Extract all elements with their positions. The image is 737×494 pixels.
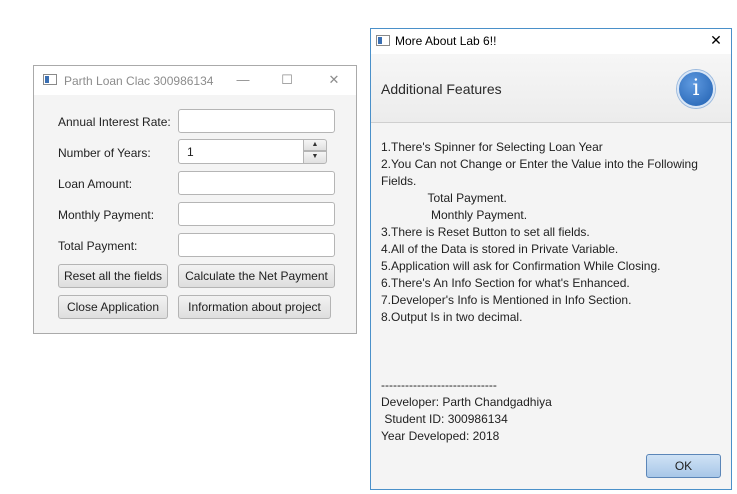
separator-line: ----------------------------- [381, 378, 497, 392]
info-dialog: More About Lab 6!! ✕ Additional Features… [370, 28, 732, 490]
annual-interest-rate-label: Annual Interest Rate: [58, 115, 171, 129]
number-of-years-value[interactable]: 1 [178, 139, 304, 164]
content-line: 4.All of the Data is stored in Private V… [381, 242, 619, 256]
calculate-button[interactable]: Calculate the Net Payment [178, 264, 335, 288]
content-line: 1.There's Spinner for Selecting Loan Yea… [381, 140, 603, 154]
dialog-close-icon[interactable]: ✕ [706, 32, 726, 49]
content-line: Monthly Payment. [381, 208, 528, 222]
content-line: 2.You Can not Change or Enter the Value … [381, 157, 698, 171]
loan-calculator-window: Parth Loan Clac 300986134 — ☐ ✕ Annual I… [33, 65, 357, 334]
content-line: 6.There's An Info Section for what's Enh… [381, 276, 630, 290]
minimize-icon[interactable]: — [233, 72, 253, 87]
monthly-payment-field[interactable] [178, 202, 335, 226]
spinner-down-icon[interactable]: ▼ [303, 151, 327, 164]
content-line: 7.Developer's Info is Mentioned in Info … [381, 293, 632, 307]
student-id-text: Student ID: 300986134 [381, 412, 508, 426]
total-payment-field[interactable] [178, 233, 335, 257]
form-body: Annual Interest Rate: Number of Years: 1… [34, 95, 356, 333]
monthly-payment-label: Monthly Payment: [58, 208, 155, 222]
dialog-content: 1.There's Spinner for Selecting Loan Yea… [371, 123, 731, 489]
content-line: 3.There is Reset Button to set all field… [381, 225, 590, 239]
loan-amount-label: Loan Amount: [58, 177, 133, 191]
information-button[interactable]: Information about project [178, 295, 331, 319]
dialog-header: Additional Features i [371, 54, 731, 123]
dialog-title-bar[interactable]: More About Lab 6!! ✕ [371, 29, 731, 54]
maximize-icon[interactable]: ☐ [277, 72, 297, 88]
dialog-title: More About Lab 6!! [395, 34, 497, 48]
developer-text: Developer: Parth Chandgadhiya [381, 395, 552, 409]
number-of-years-spinner[interactable]: 1 ▲ ▼ [178, 139, 327, 164]
year-developed-text: Year Developed: 2018 [381, 429, 500, 443]
title-bar[interactable]: Parth Loan Clac 300986134 — ☐ ✕ [34, 66, 356, 95]
dialog-app-icon [376, 35, 390, 46]
app-icon [43, 74, 57, 85]
reset-button[interactable]: Reset all the fields [58, 264, 168, 288]
number-of-years-label: Number of Years: [58, 146, 151, 160]
content-line: 5.Application will ask for Confirmation … [381, 259, 661, 273]
content-line: Total Payment. [381, 191, 507, 205]
loan-amount-input[interactable] [178, 171, 335, 195]
ok-button[interactable]: OK [646, 454, 721, 478]
spinner-up-icon[interactable]: ▲ [303, 139, 327, 151]
content-line: Fields. [381, 174, 417, 188]
total-payment-label: Total Payment: [58, 239, 138, 253]
dialog-header-text: Additional Features [381, 81, 502, 97]
annual-interest-rate-input[interactable] [178, 109, 335, 133]
close-application-button[interactable]: Close Application [58, 295, 168, 319]
content-line: 8.Output Is in two decimal. [381, 310, 523, 324]
info-icon: i [677, 70, 715, 108]
window-title: Parth Loan Clac 300986134 [64, 74, 214, 88]
close-icon[interactable]: ✕ [324, 72, 344, 88]
